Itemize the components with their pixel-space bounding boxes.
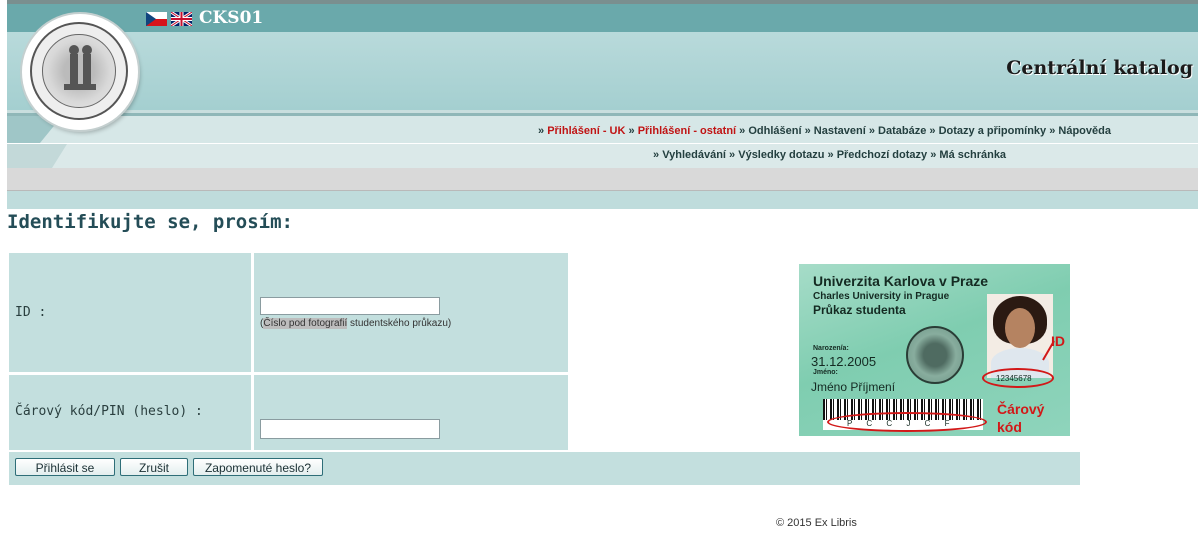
id-label: ID : bbox=[15, 305, 47, 320]
nav-link-basket[interactable]: Má schránka bbox=[939, 149, 1006, 161]
form-buttons-row: Přihlásit se Zrušit Zapomenuté heslo? bbox=[9, 452, 1080, 485]
nav-link-help[interactable]: Nápověda bbox=[1058, 125, 1111, 137]
content-top-strip bbox=[7, 191, 1198, 209]
university-seal-logo[interactable] bbox=[22, 14, 138, 130]
cancel-button[interactable]: Zrušit bbox=[120, 458, 188, 476]
toolbar-strip bbox=[7, 168, 1198, 191]
nav-menu-secondary: » Vyhledávání » Výsledky dotazu » Předch… bbox=[653, 149, 1007, 161]
nav-bar-secondary bbox=[7, 143, 1198, 168]
nav-link-settings[interactable]: Nastavení bbox=[814, 125, 866, 137]
nav-link-feedback[interactable]: Dotazy a připomínky bbox=[939, 125, 1047, 137]
pin-password-input[interactable] bbox=[260, 419, 440, 439]
nav-link-login-uk[interactable]: Přihlášení - UK bbox=[547, 125, 625, 137]
forgot-password-button[interactable]: Zapomenuté heslo? bbox=[193, 458, 323, 476]
id-input-cell: (Číslo pod fotografií studentského průka… bbox=[254, 253, 568, 372]
nav-link-history[interactable]: Předchozí dotazy bbox=[837, 149, 927, 161]
nav-menu-primary: » Přihlášení - UK » Přihlášení - ostatní… bbox=[538, 125, 1111, 137]
footer-copyright: © 2015 Ex Libris bbox=[776, 517, 857, 529]
id-label-cell: ID : bbox=[9, 253, 251, 372]
pin-label: Čárový kód/PIN (heslo) : bbox=[15, 404, 203, 419]
nav-link-results[interactable]: Výsledky dotazu bbox=[738, 149, 824, 161]
card-annotation-barcode-2: kód bbox=[997, 419, 1022, 435]
pin-input-cell bbox=[254, 375, 568, 450]
card-annotation-id: ID bbox=[1051, 333, 1065, 349]
app-code: CKS01 bbox=[199, 8, 264, 28]
uk-flag-icon[interactable] bbox=[171, 12, 192, 26]
catalog-title: Centrální katalog bbox=[1006, 57, 1193, 79]
pin-label-cell: Čárový kód/PIN (heslo) : bbox=[9, 375, 251, 450]
page-title: Identifikujte se, prosím: bbox=[7, 211, 293, 233]
nav-link-login-other[interactable]: Přihlášení - ostatní bbox=[638, 125, 736, 137]
barcode-highlight-ellipse bbox=[827, 412, 987, 432]
login-button[interactable]: Přihlásit se bbox=[15, 458, 115, 476]
id-input[interactable] bbox=[260, 297, 440, 315]
nav-link-search[interactable]: Vyhledávání bbox=[662, 149, 726, 161]
id-hint: (Číslo pod fotografií studentského průka… bbox=[260, 318, 452, 329]
student-card-image: Univerzita Karlova v Praze Charles Unive… bbox=[799, 264, 1070, 436]
card-annotation-barcode-1: Čárový bbox=[997, 401, 1045, 417]
nav-link-databases[interactable]: Databáze bbox=[878, 125, 926, 137]
cz-flag-icon[interactable] bbox=[146, 12, 167, 26]
seal-figures-icon bbox=[64, 45, 96, 90]
nav-link-logout[interactable]: Odhlášení bbox=[748, 125, 801, 137]
